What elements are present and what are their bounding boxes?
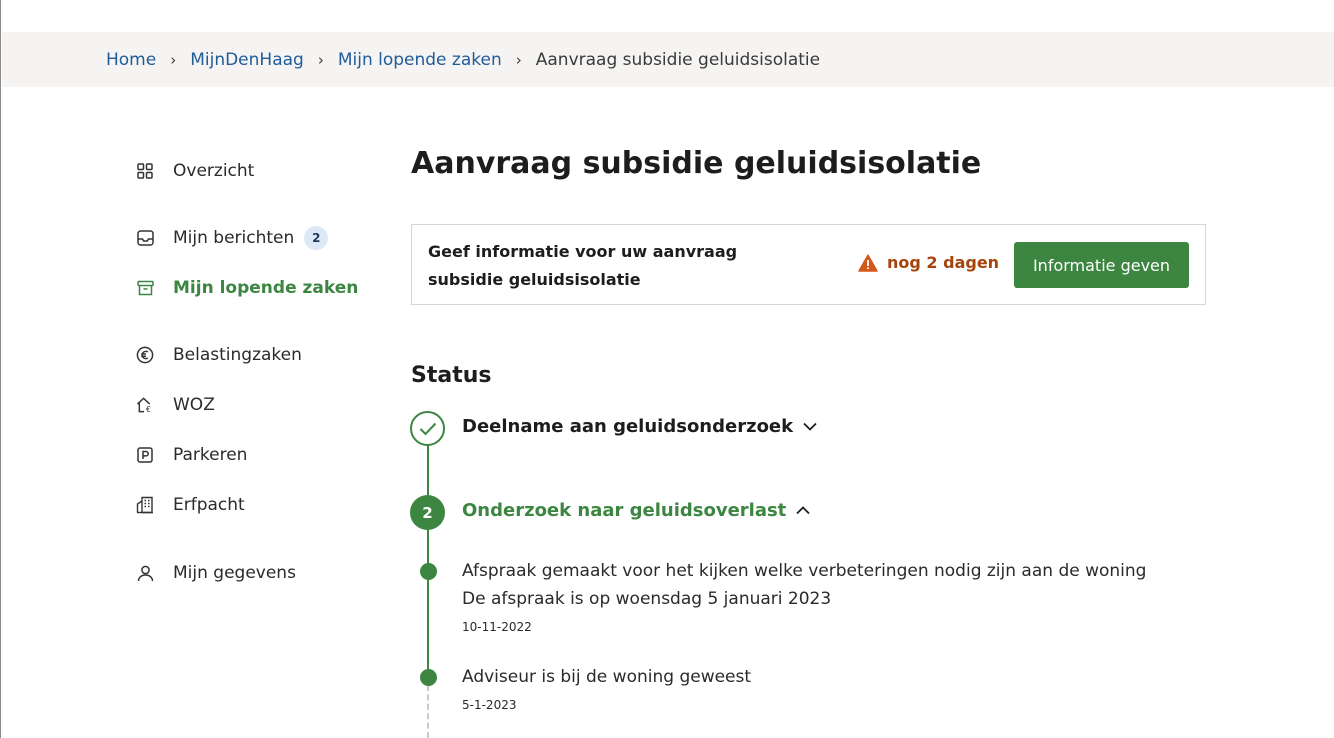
breadcrumb-lopende-zaken-link[interactable]: Mijn lopende zaken	[338, 50, 502, 70]
sidebar-item-label: Mijn berichten	[173, 228, 295, 248]
chevron-right-icon: ›	[170, 50, 177, 69]
breadcrumb-bar: Home › MijnDenHaag › Mijn lopende zaken …	[2, 32, 1334, 87]
warning-icon	[858, 253, 878, 272]
deadline-text: nog 2 dagen	[887, 253, 1000, 272]
sidebar-item-label: Parkeren	[173, 445, 248, 465]
unread-count-badge: 2	[304, 226, 329, 250]
checkmark-icon	[419, 422, 436, 435]
breadcrumb: Home › MijnDenHaag › Mijn lopende zaken …	[106, 32, 820, 87]
step-deelname-toggle[interactable]: Deelname aan geluidsonderzoek	[462, 416, 817, 437]
sidebar-item-belastingzaken[interactable]: Belastingzaken	[136, 342, 302, 368]
sidebar-item-woz[interactable]: € WOZ	[136, 392, 215, 418]
timeline-event-dot	[420, 563, 437, 580]
sidebar-item-overzicht[interactable]: Overzicht	[136, 158, 254, 184]
status-heading: Status	[411, 363, 492, 388]
event-text: Adviseur is bij de woning geweest	[462, 667, 752, 687]
building-icon	[136, 496, 154, 514]
breadcrumb-current: Aanvraag subsidie geluidsisolatie	[535, 49, 821, 70]
house-value-icon: €	[136, 396, 154, 414]
grid-icon	[136, 162, 154, 180]
event-date: 5-1-2023	[462, 698, 517, 712]
sidebar-item-berichten[interactable]: Mijn berichten 2	[136, 225, 329, 251]
sidebar-item-gegevens[interactable]: Mijn gegevens	[136, 560, 296, 586]
step-title: Onderzoek naar geluidsoverlast	[462, 500, 787, 521]
sidebar-item-label: Mijn gegevens	[173, 563, 296, 583]
sidebar-item-label: Overzicht	[173, 161, 255, 181]
parking-icon	[136, 446, 154, 464]
event-detail: De afspraak is op woensdag 5 januari 202…	[462, 589, 832, 609]
task-description: Geef informatie voor uw aanvraag subsidi…	[428, 242, 738, 289]
sidebar-item-erfpacht[interactable]: Erfpacht	[136, 492, 245, 518]
deadline-indicator: nog 2 dagen	[858, 253, 999, 272]
event-text: Afspraak gemaakt voor het kijken welke v…	[462, 561, 1147, 581]
svg-text:€: €	[146, 405, 151, 414]
chevron-up-icon	[796, 506, 810, 515]
step-title: Deelname aan geluidsonderzoek	[462, 416, 794, 437]
chevron-down-icon	[803, 422, 817, 431]
timeline-event-dot	[420, 669, 437, 686]
sidebar-item-label: Mijn lopende zaken	[173, 278, 359, 298]
timeline-line	[427, 529, 429, 679]
breadcrumb-mijndenhaag-link[interactable]: MijnDenHaag	[190, 50, 304, 70]
sidebar-item-label: Erfpacht	[173, 495, 245, 515]
breadcrumb-home-link[interactable]: Home	[106, 50, 156, 70]
step-onderzoek-toggle[interactable]: Onderzoek naar geluidsoverlast	[462, 500, 810, 521]
sidebar-item-label: WOZ	[173, 395, 215, 415]
euro-icon	[136, 346, 154, 364]
timeline-line	[427, 445, 429, 497]
step-number-indicator: 2	[410, 495, 445, 530]
informatie-geven-button[interactable]: Informatie geven	[1014, 242, 1189, 288]
step-complete-indicator	[410, 411, 445, 446]
task-card: Geef informatie voor uw aanvraag subsidi…	[411, 224, 1206, 305]
page-frame: Home › MijnDenHaag › Mijn lopende zaken …	[0, 0, 1334, 738]
inbox-icon	[136, 229, 154, 247]
timeline-dashed-line	[427, 685, 429, 738]
sidebar-item-label: Belastingzaken	[173, 345, 302, 365]
sidebar-item-lopende-zaken[interactable]: Mijn lopende zaken	[136, 275, 358, 301]
user-icon	[136, 564, 154, 582]
sidebar-item-parkeren[interactable]: Parkeren	[136, 442, 247, 468]
archive-icon	[136, 279, 154, 297]
event-date: 10-11-2022	[462, 620, 532, 634]
chevron-right-icon: ›	[317, 50, 324, 69]
chevron-right-icon: ›	[515, 50, 522, 69]
page-title: Aanvraag subsidie geluidsisolatie	[411, 146, 982, 181]
